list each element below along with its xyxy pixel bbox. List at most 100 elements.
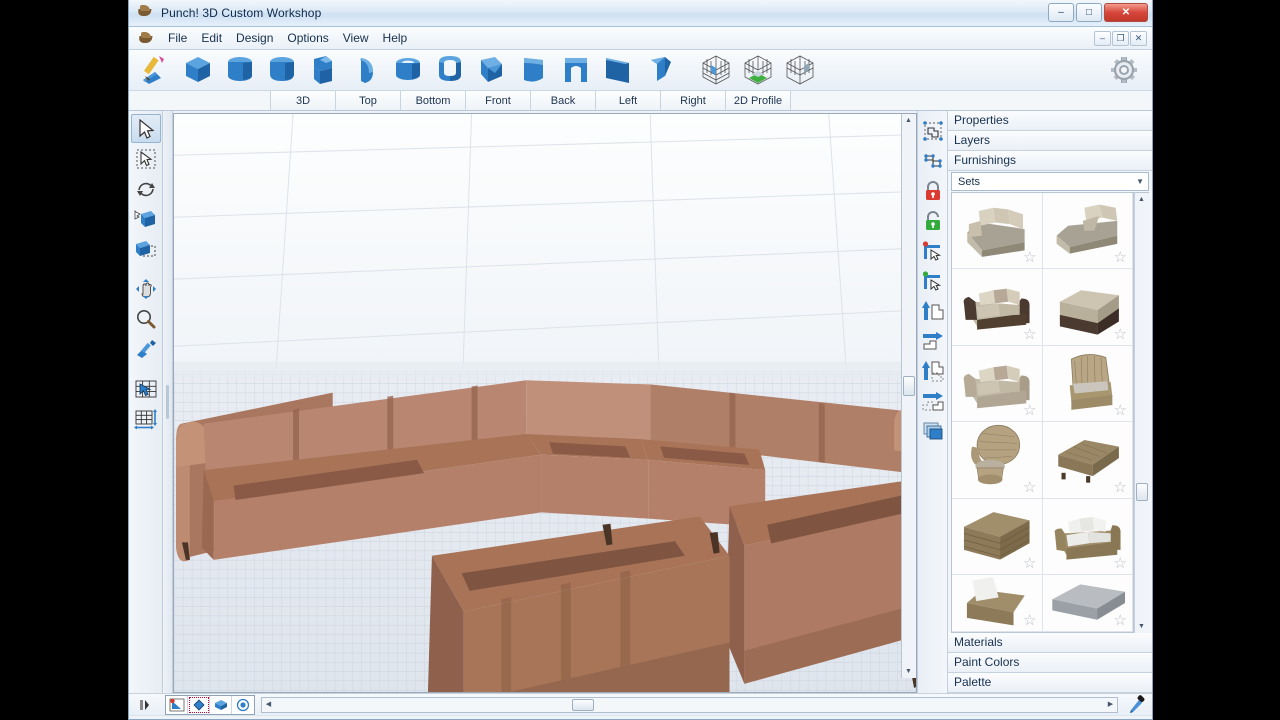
favorite-star-icon[interactable]: ☆ <box>1114 480 1127 495</box>
half-cylinder-tool[interactable] <box>345 52 387 88</box>
furnishings-scroll-down-arrow[interactable]: ▼ <box>1135 620 1148 633</box>
favorite-star-icon[interactable]: ☆ <box>1023 480 1036 495</box>
horizontal-scroll-thumb[interactable] <box>572 699 594 711</box>
pan-hand-tool[interactable] <box>131 274 161 303</box>
zoom-magnifier-tool[interactable] <box>131 304 161 333</box>
align-right-tool[interactable] <box>920 327 946 355</box>
viewport-3d[interactable]: ▲ ▼ <box>173 113 917 693</box>
copy-tool[interactable] <box>131 234 161 263</box>
group-tool[interactable] <box>920 117 946 145</box>
scroll-left-arrow[interactable]: ◀ <box>262 698 275 711</box>
render-mode-button[interactable] <box>232 696 254 714</box>
list-item[interactable]: ☆ <box>1043 346 1134 422</box>
box-tool[interactable] <box>177 52 219 88</box>
mdi-minimize-button[interactable]: – <box>1094 31 1111 46</box>
section-materials[interactable]: Materials <box>948 633 1152 653</box>
tab-right[interactable]: Right <box>661 91 726 110</box>
eyedropper-tool[interactable] <box>1122 694 1152 716</box>
section-palette[interactable]: Palette <box>948 673 1152 693</box>
tab-3d[interactable]: 3D <box>271 91 336 110</box>
lock-tool[interactable] <box>920 177 946 205</box>
close-button[interactable]: ✕ <box>1104 3 1148 22</box>
vertical-scroll-thumb[interactable] <box>903 376 915 396</box>
paint-tool[interactable] <box>131 334 161 363</box>
list-item[interactable]: ☆ <box>1043 422 1134 498</box>
section-furnishings[interactable]: Furnishings <box>948 151 1152 171</box>
menu-options[interactable]: Options <box>280 29 335 47</box>
viewport-horizontal-scrollbar[interactable]: ◀ ▶ <box>261 697 1118 713</box>
left-splitter[interactable] <box>163 111 173 693</box>
favorite-star-icon[interactable]: ☆ <box>1114 327 1127 342</box>
mdi-close-button[interactable]: ✕ <box>1130 31 1147 46</box>
menu-file[interactable]: File <box>161 29 194 47</box>
unlock-tool[interactable] <box>920 207 946 235</box>
menu-edit[interactable]: Edit <box>194 29 229 47</box>
grid-snap-tool[interactable] <box>131 374 161 403</box>
list-item[interactable]: ☆ <box>952 499 1043 575</box>
favorite-star-icon[interactable]: ☆ <box>1023 613 1036 628</box>
favorite-star-icon[interactable]: ☆ <box>1023 250 1036 265</box>
minimize-button[interactable]: – <box>1048 3 1074 22</box>
favorite-star-icon[interactable]: ☆ <box>1023 403 1036 418</box>
distribute-horizontal-tool[interactable] <box>920 387 946 415</box>
solid-mode-button[interactable] <box>210 696 232 714</box>
select-arrow-tool[interactable] <box>131 114 161 143</box>
section-paint-colors[interactable]: Paint Colors <box>948 653 1152 673</box>
list-item[interactable]: ☆ <box>1043 269 1134 345</box>
furnishings-scroll-up-arrow[interactable]: ▲ <box>1135 193 1148 206</box>
viewport-vertical-scrollbar[interactable]: ▲ ▼ <box>901 114 916 678</box>
maximize-button[interactable]: □ <box>1076 3 1102 22</box>
menu-view[interactable]: View <box>336 29 376 47</box>
menu-design[interactable]: Design <box>229 29 280 47</box>
settings-gear-button[interactable] <box>1104 52 1144 88</box>
view-cube-right[interactable] <box>779 52 821 88</box>
mdi-restore-button[interactable]: ❐ <box>1112 31 1129 46</box>
furnishings-scrollbar[interactable]: ▲ ▼ <box>1134 192 1149 633</box>
favorite-star-icon[interactable]: ☆ <box>1023 556 1036 571</box>
grid-size-tool[interactable] <box>131 404 161 433</box>
tab-front[interactable]: Front <box>466 91 531 110</box>
list-item[interactable]: ☆ <box>952 346 1043 422</box>
favorite-star-icon[interactable]: ☆ <box>1023 327 1036 342</box>
tab-top[interactable]: Top <box>336 91 401 110</box>
ribbon-tool[interactable] <box>639 52 681 88</box>
list-item[interactable]: ☆ <box>952 193 1043 269</box>
push-pull-tool[interactable] <box>131 204 161 233</box>
section-layers[interactable]: Layers <box>948 131 1152 151</box>
sets-dropdown[interactable]: Sets ▼ <box>951 172 1149 191</box>
view-cube-ground[interactable] <box>737 52 779 88</box>
tab-left[interactable]: Left <box>596 91 661 110</box>
pencil-draw-tool[interactable] <box>135 52 177 88</box>
flat-panel-tool[interactable] <box>597 52 639 88</box>
light-direction-button[interactable] <box>166 696 188 714</box>
bottom-splitter[interactable] <box>129 697 163 713</box>
snap-start-tool[interactable] <box>920 237 946 265</box>
wireframe-mode-button[interactable] <box>188 696 210 714</box>
list-item[interactable]: ☆ <box>1043 499 1134 575</box>
list-item[interactable]: ☆ <box>1043 575 1134 632</box>
bevel-tool[interactable] <box>471 52 513 88</box>
tab-back[interactable]: Back <box>531 91 596 110</box>
cylinder-tool[interactable] <box>219 52 261 88</box>
list-item[interactable]: ☆ <box>952 422 1043 498</box>
tube-tool[interactable] <box>387 52 429 88</box>
scroll-up-arrow[interactable]: ▲ <box>902 114 915 127</box>
c-extrude-tool[interactable] <box>429 52 471 88</box>
favorite-star-icon[interactable]: ☆ <box>1114 250 1127 265</box>
favorite-star-icon[interactable]: ☆ <box>1114 556 1127 571</box>
view-cube-front[interactable] <box>695 52 737 88</box>
lathe-tool[interactable] <box>303 52 345 88</box>
marquee-select-tool[interactable] <box>131 144 161 173</box>
section-properties[interactable]: Properties <box>948 111 1152 131</box>
rotate-tool[interactable] <box>131 174 161 203</box>
scroll-down-arrow[interactable]: ▼ <box>902 665 915 678</box>
align-up-tool[interactable] <box>920 297 946 325</box>
curved-panel-tool[interactable] <box>513 52 555 88</box>
distribute-vertical-tool[interactable] <box>920 357 946 385</box>
furnishings-scroll-thumb[interactable] <box>1136 483 1148 501</box>
snap-end-tool[interactable] <box>920 267 946 295</box>
list-item[interactable]: ☆ <box>952 269 1043 345</box>
list-item[interactable]: ☆ <box>952 575 1043 632</box>
list-item[interactable]: ☆ <box>1043 193 1134 269</box>
rounded-box-tool[interactable] <box>261 52 303 88</box>
